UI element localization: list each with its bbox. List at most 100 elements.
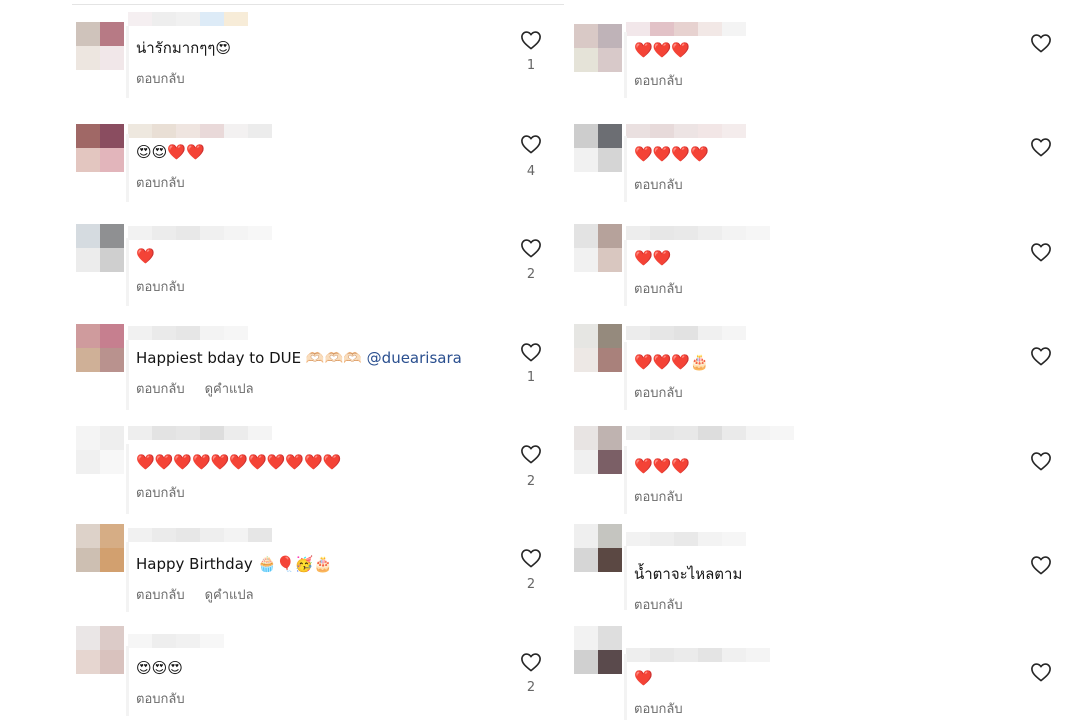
comment-text: 😍😍❤️❤️ (136, 143, 205, 161)
thread-line (624, 136, 627, 202)
like-count: 1 (526, 58, 536, 73)
like-heart-icon[interactable] (520, 30, 542, 50)
like-count: 4 (526, 164, 536, 179)
avatar[interactable] (76, 626, 124, 674)
thread-line (624, 32, 627, 98)
comments-screenshot: น่ารักมากๆๆ😍 ตอบกลับ 😍😍❤️❤️ ตอบกลับ ❤️ ต… (0, 0, 1080, 720)
comment-item: Happy Birthday 🧁🎈🥳🎂 ตอบกลับ ดูคำแปล (76, 520, 554, 616)
thread-line (126, 340, 129, 410)
like-count: 1 (526, 370, 536, 385)
comment-text: 😍😍😍 (136, 659, 183, 677)
like-heart-icon[interactable] (520, 444, 542, 464)
like-heart-icon[interactable] (1030, 137, 1052, 157)
reply-button[interactable]: ตอบกลับ (634, 70, 683, 91)
comment-text: ❤️❤️❤️❤️ (634, 145, 709, 163)
reply-button[interactable]: ตอบกลับ (634, 486, 683, 507)
thread-line (126, 646, 129, 716)
comment-item: น้ำตาจะไหลตาม ตอบกลับ (574, 520, 1066, 616)
comment-actions: ตอบกลับ (634, 70, 683, 91)
username-blurred[interactable] (626, 426, 794, 440)
comment-item: ❤️❤️❤️ ตอบกลับ (574, 424, 1066, 520)
comment-actions: ตอบกลับ (634, 382, 683, 403)
username-blurred[interactable] (626, 648, 770, 662)
username-blurred[interactable] (626, 226, 770, 240)
like-heart-icon[interactable] (1030, 346, 1052, 366)
avatar[interactable] (76, 324, 124, 372)
comment-text: Happiest bday to DUE 🫶🏻🫶🏻🫶🏻 @duearisara (136, 348, 462, 368)
comment-actions: ตอบกลับ (634, 698, 683, 719)
username-blurred[interactable] (128, 326, 248, 340)
comment-actions: ตอบกลับ (136, 482, 185, 503)
comment-actions: ตอบกลับ (634, 594, 683, 615)
comment-text: น้ำตาจะไหลตาม (634, 565, 743, 583)
comment-item: ❤️❤️❤️ ตอบกลับ (574, 8, 1066, 104)
username-blurred[interactable] (626, 22, 746, 36)
like-heart-icon[interactable] (1030, 33, 1052, 53)
thread-line (126, 542, 129, 612)
reply-button[interactable]: ตอบกลับ (634, 278, 683, 299)
avatar[interactable] (574, 426, 622, 474)
reply-button[interactable]: ตอบกลับ (136, 276, 185, 297)
like-count: 2 (526, 577, 536, 592)
like-count: 2 (526, 474, 536, 489)
mention-link[interactable]: @duearisara (367, 349, 462, 367)
reply-button[interactable]: ตอบกลับ (136, 68, 185, 89)
comment-text: ❤️❤️❤️ (634, 457, 691, 475)
comment-item: น่ารักมากๆๆ😍 ตอบกลับ (76, 8, 554, 104)
like-heart-icon[interactable] (1030, 555, 1052, 575)
avatar[interactable] (76, 426, 124, 474)
like-count: 2 (526, 680, 536, 695)
thread-line (126, 238, 129, 306)
like-heart-icon[interactable] (520, 342, 542, 362)
like-heart-icon[interactable] (520, 134, 542, 154)
avatar[interactable] (574, 626, 622, 674)
avatar[interactable] (574, 524, 622, 572)
comment-body: Happiest bday to DUE 🫶🏻🫶🏻🫶🏻 (136, 349, 362, 367)
reply-button[interactable]: ตอบกลับ (136, 688, 185, 709)
reply-button[interactable]: ตอบกลับ (634, 382, 683, 403)
like-heart-icon[interactable] (520, 238, 542, 258)
avatar[interactable] (76, 224, 124, 272)
avatar[interactable] (574, 224, 622, 272)
thread-line (126, 444, 129, 514)
username-blurred[interactable] (626, 326, 746, 340)
comment-text: น่ารักมากๆๆ😍 (136, 39, 231, 57)
avatar[interactable] (574, 124, 622, 172)
reply-button[interactable]: ตอบกลับ (136, 378, 185, 399)
username-blurred[interactable] (128, 634, 224, 648)
avatar[interactable] (574, 324, 622, 372)
reply-button[interactable]: ตอบกลับ (634, 698, 683, 719)
reply-button[interactable]: ตอบกลับ (634, 174, 683, 195)
like-heart-icon[interactable] (1030, 451, 1052, 471)
username-blurred[interactable] (626, 532, 746, 546)
username-blurred[interactable] (128, 426, 272, 440)
comment-item: ❤️❤️❤️❤️❤️❤️❤️❤️❤️❤️❤️ ตอบกลับ (76, 424, 554, 520)
comment-text: ❤️❤️❤️ (634, 41, 691, 59)
comment-actions: ตอบกลับ (634, 278, 683, 299)
comment-text: Happy Birthday 🧁🎈🥳🎂 (136, 555, 333, 573)
like-heart-icon[interactable] (1030, 242, 1052, 262)
avatar[interactable] (76, 524, 124, 572)
reply-button[interactable]: ตอบกลับ (136, 172, 185, 193)
comment-actions: ตอบกลับ (136, 276, 185, 297)
username-blurred[interactable] (128, 528, 272, 542)
like-heart-icon[interactable] (520, 548, 542, 568)
translate-button[interactable]: ดูคำแปล (205, 584, 254, 605)
username-blurred[interactable] (128, 226, 272, 240)
thread-line (624, 446, 627, 514)
username-blurred[interactable] (626, 124, 746, 138)
reply-button[interactable]: ตอบกลับ (634, 594, 683, 615)
divider (72, 4, 564, 5)
reply-button[interactable]: ตอบกลับ (136, 482, 185, 503)
translate-button[interactable]: ดูคำแปล (205, 378, 254, 399)
avatar[interactable] (76, 124, 124, 172)
thread-line (624, 240, 627, 306)
username-blurred[interactable] (128, 124, 272, 138)
comment-item: 😍😍😍 ตอบกลับ (76, 624, 554, 720)
username-blurred[interactable] (128, 12, 248, 26)
avatar[interactable] (574, 24, 622, 72)
like-heart-icon[interactable] (1030, 662, 1052, 682)
reply-button[interactable]: ตอบกลับ (136, 584, 185, 605)
avatar[interactable] (76, 22, 124, 70)
like-heart-icon[interactable] (520, 652, 542, 672)
